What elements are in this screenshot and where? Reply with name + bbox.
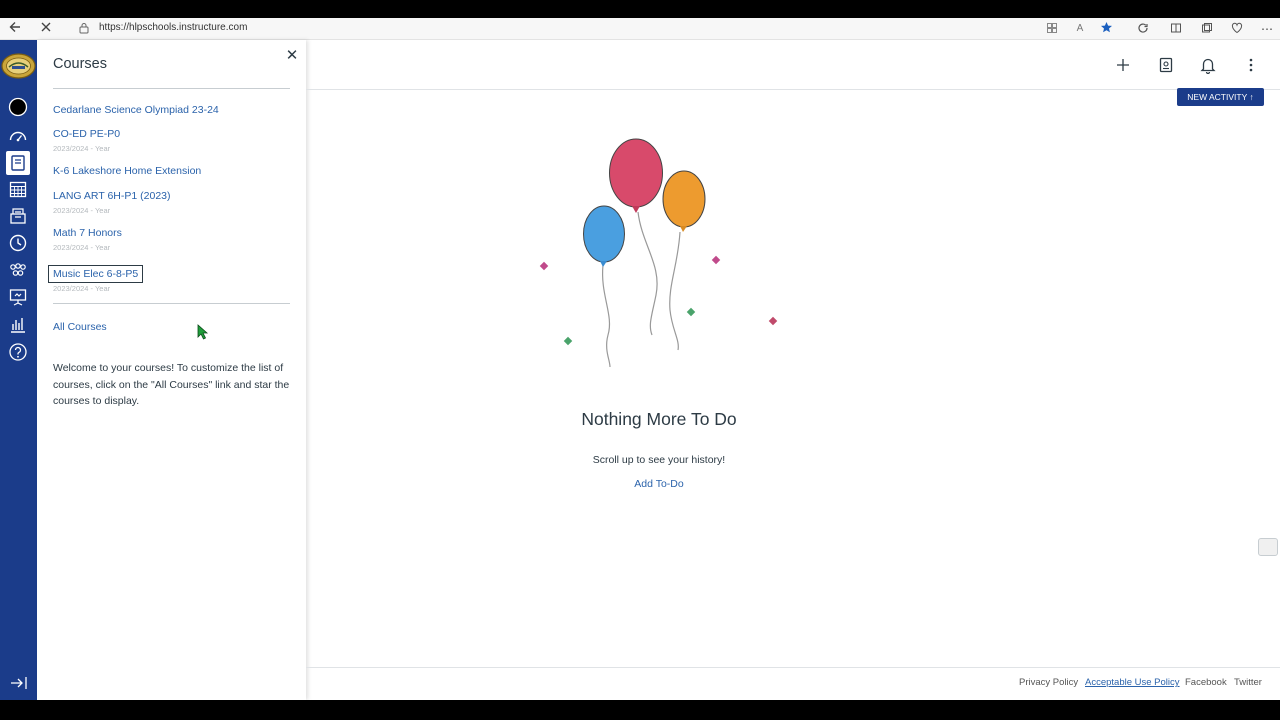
course-link[interactable]: CO-ED PE-P0 xyxy=(53,128,120,140)
close-icon[interactable]: ✕ xyxy=(285,48,299,63)
split-screen-icon[interactable] xyxy=(1167,20,1185,38)
site-info-icon[interactable] xyxy=(75,20,93,38)
add-todo-link[interactable]: Add To-Do xyxy=(459,478,859,490)
app-available-icon[interactable] xyxy=(1043,20,1061,38)
screen: https://hlpschools.instructure.com A ⋯ C… xyxy=(0,0,1280,720)
chat-widget-icon[interactable] xyxy=(1258,538,1278,556)
calendar-icon[interactable] xyxy=(8,179,28,199)
courses-tray: Courses ✕ Cedarlane Science Olympiad 23-… xyxy=(37,40,306,700)
course-term: 2023/2024 - Year xyxy=(53,206,111,215)
acceptable-use-policy-link[interactable]: Acceptable Use Policy xyxy=(1085,677,1180,688)
all-courses-link[interactable]: All Courses xyxy=(53,321,107,333)
groups-icon[interactable] xyxy=(8,260,28,280)
course-link[interactable]: Cedarlane Science Olympiad 23-24 xyxy=(53,104,219,116)
school-logo[interactable] xyxy=(1,53,36,79)
browser-essentials-icon[interactable] xyxy=(1228,20,1246,38)
notifications-bell-icon[interactable] xyxy=(1199,56,1217,75)
course-item[interactable]: Cedarlane Science Olympiad 23-24 xyxy=(53,104,219,116)
balloons-illustration xyxy=(530,135,790,375)
inbox-icon[interactable] xyxy=(8,206,28,226)
facebook-link[interactable]: Facebook xyxy=(1185,677,1227,688)
course-term: 2023/2024 - Year xyxy=(53,144,111,153)
more-options-icon[interactable]: ⋯ xyxy=(1258,20,1276,38)
history-clock-icon[interactable] xyxy=(8,233,28,253)
divider xyxy=(53,88,290,89)
course-term: 2023/2024 - Year xyxy=(53,243,111,252)
courses-icon[interactable] xyxy=(6,151,30,175)
course-link[interactable]: K-6 Lakeshore Home Extension xyxy=(53,165,201,177)
favorite-star-icon[interactable] xyxy=(1097,20,1115,38)
empty-state-subtitle: Scroll up to see your history! xyxy=(592,454,726,466)
tray-title: Courses xyxy=(53,56,107,72)
refresh-icon[interactable] xyxy=(1134,20,1152,38)
course-item[interactable]: Music Elec 6-8-P5 2023/2024 - Year xyxy=(48,264,144,293)
kebab-menu-icon[interactable] xyxy=(1242,56,1260,74)
empty-state-title: Nothing More To Do xyxy=(581,409,737,429)
course-link[interactable]: Math 7 Honors xyxy=(53,227,122,239)
studio-presentation-icon[interactable] xyxy=(8,287,28,307)
analytics-icon[interactable] xyxy=(8,315,28,335)
welcome-text: Welcome to your courses! To customize th… xyxy=(53,362,290,407)
dashboard-icon[interactable] xyxy=(8,126,28,146)
new-activity-button[interactable]: NEW ACTIVITY ↑ xyxy=(1177,88,1264,106)
add-icon[interactable] xyxy=(1114,56,1132,74)
course-item[interactable]: LANG ART 6H-P1 (2023) 2023/2024 - Year xyxy=(53,190,171,215)
header-divider xyxy=(306,89,1280,90)
course-link[interactable]: LANG ART 6H-P1 (2023) xyxy=(53,190,171,202)
course-item[interactable]: CO-ED PE-P0 2023/2024 - Year xyxy=(53,128,120,153)
account-avatar-icon[interactable] xyxy=(8,97,28,117)
footer-divider xyxy=(306,667,1280,668)
privacy-policy-link[interactable]: Privacy Policy xyxy=(1019,677,1078,688)
address-bar-url[interactable]: https://hlpschools.instructure.com xyxy=(99,22,247,33)
canvas-page: Courses ✕ Cedarlane Science Olympiad 23-… xyxy=(0,40,1280,700)
divider xyxy=(53,303,290,304)
stop-loading-icon[interactable] xyxy=(37,20,55,38)
course-item[interactable]: K-6 Lakeshore Home Extension xyxy=(53,165,201,177)
twitter-link[interactable]: Twitter xyxy=(1234,677,1262,688)
course-item[interactable]: Math 7 Honors 2023/2024 - Year xyxy=(53,227,122,252)
collapse-nav-icon[interactable] xyxy=(9,675,29,691)
mouse-cursor-icon xyxy=(197,324,209,340)
help-icon[interactable] xyxy=(8,342,28,362)
course-link-focused[interactable]: Music Elec 6-8-P5 xyxy=(48,265,144,283)
browser-toolbar: https://hlpschools.instructure.com A ⋯ xyxy=(0,18,1280,40)
planner-icon[interactable] xyxy=(1157,56,1175,74)
collections-icon[interactable] xyxy=(1198,20,1216,38)
read-aloud-icon[interactable]: A xyxy=(1071,20,1089,38)
course-term: 2023/2024 - Year xyxy=(53,284,111,293)
back-arrow-icon[interactable] xyxy=(6,20,24,38)
global-navigation xyxy=(0,40,37,700)
